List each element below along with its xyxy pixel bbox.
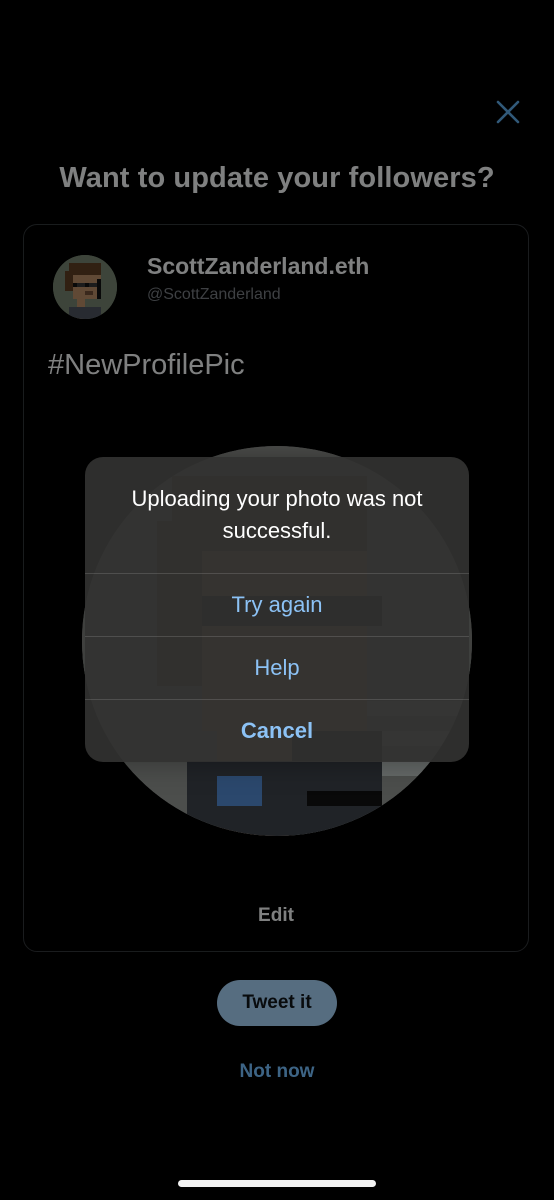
close-icon bbox=[496, 100, 520, 124]
edit-button[interactable]: Edit bbox=[24, 905, 528, 927]
not-now-button[interactable]: Not now bbox=[0, 1061, 554, 1083]
cancel-button[interactable]: Cancel bbox=[85, 699, 469, 761]
user-handle: @ScottZanderland bbox=[147, 286, 281, 303]
alert-message: Uploading your photo was not successful. bbox=[131, 486, 423, 543]
avatar bbox=[53, 255, 117, 319]
try-again-button[interactable]: Try again bbox=[85, 573, 469, 635]
help-button[interactable]: Help bbox=[85, 636, 469, 698]
app-screen: Want to update your followers? ScottZand… bbox=[0, 0, 554, 1200]
tweet-it-button[interactable]: Tweet it bbox=[217, 980, 337, 1026]
page-title: Want to update your followers? bbox=[59, 162, 495, 194]
close-button[interactable] bbox=[490, 94, 526, 130]
home-indicator[interactable] bbox=[178, 1180, 376, 1187]
upload-error-alert: Uploading your photo was not successful.… bbox=[85, 457, 469, 762]
display-name: ScottZanderland.eth bbox=[147, 253, 370, 279]
tweet-text: #NewProfilePic bbox=[48, 349, 245, 381]
avatar-pixel-art bbox=[53, 255, 117, 319]
